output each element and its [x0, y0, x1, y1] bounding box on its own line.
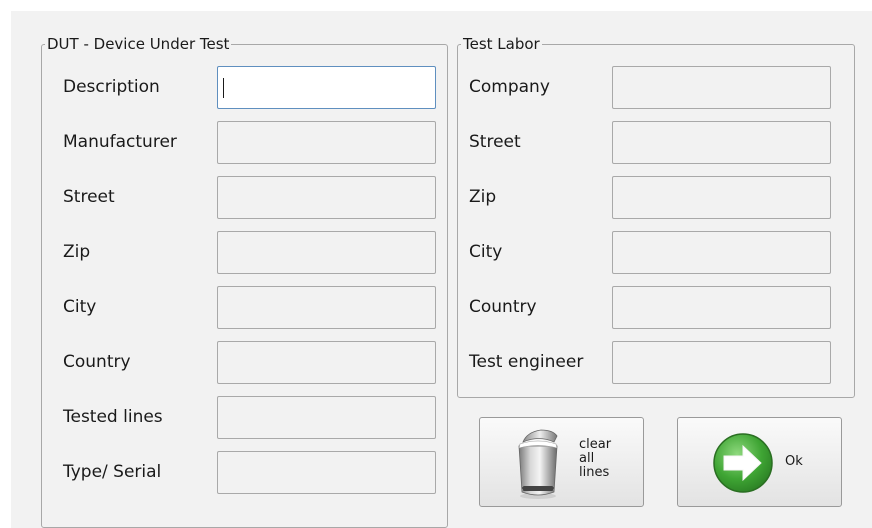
lab-street-label: Street [469, 132, 521, 152]
dut-group-title: DUT - Device Under Test [45, 35, 232, 53]
lab-group-title: Test Labor [461, 35, 542, 53]
dut-description-field[interactable] [217, 66, 436, 109]
arrow-right-icon [713, 433, 773, 493]
device-info-dialog: DUT - Device Under Test Description Manu… [11, 11, 872, 528]
dut-street-field[interactable] [217, 176, 436, 219]
lab-zip-label: Zip [469, 187, 497, 207]
lab-country-label: Country [469, 297, 537, 317]
lab-city-field[interactable] [612, 231, 831, 274]
dut-street-label: Street [63, 187, 115, 207]
dut-manufacturer-field[interactable] [217, 121, 436, 164]
clear-all-lines-label: clear all lines [579, 437, 612, 480]
lab-city-label: City [469, 242, 503, 262]
lab-zip-field[interactable] [612, 176, 831, 219]
clear-all-lines-button[interactable]: clear all lines [479, 417, 644, 507]
dut-type-serial-label: Type/ Serial [63, 462, 162, 482]
lab-test-engineer-field[interactable] [612, 341, 831, 384]
ok-button[interactable]: Ok [677, 417, 842, 507]
lab-company-field[interactable] [612, 66, 831, 109]
dut-manufacturer-label: Manufacturer [63, 132, 177, 152]
text-caret [223, 78, 224, 98]
lab-company-label: Company [469, 77, 550, 97]
dut-zip-field[interactable] [217, 231, 436, 274]
dut-city-field[interactable] [217, 286, 436, 329]
dut-tested-lines-label: Tested lines [63, 407, 163, 427]
lab-street-field[interactable] [612, 121, 831, 164]
ok-label: Ok [785, 454, 803, 469]
dut-type-serial-field[interactable] [217, 451, 436, 494]
dut-description-label: Description [63, 77, 160, 97]
dut-zip-label: Zip [63, 242, 91, 262]
dut-country-label: Country [63, 352, 131, 372]
trash-can-icon [518, 429, 558, 499]
dut-city-label: City [63, 297, 97, 317]
dut-tested-lines-field[interactable] [217, 396, 436, 439]
lab-test-engineer-label: Test engineer [469, 352, 584, 372]
lab-country-field[interactable] [612, 286, 831, 329]
dut-country-field[interactable] [217, 341, 436, 384]
